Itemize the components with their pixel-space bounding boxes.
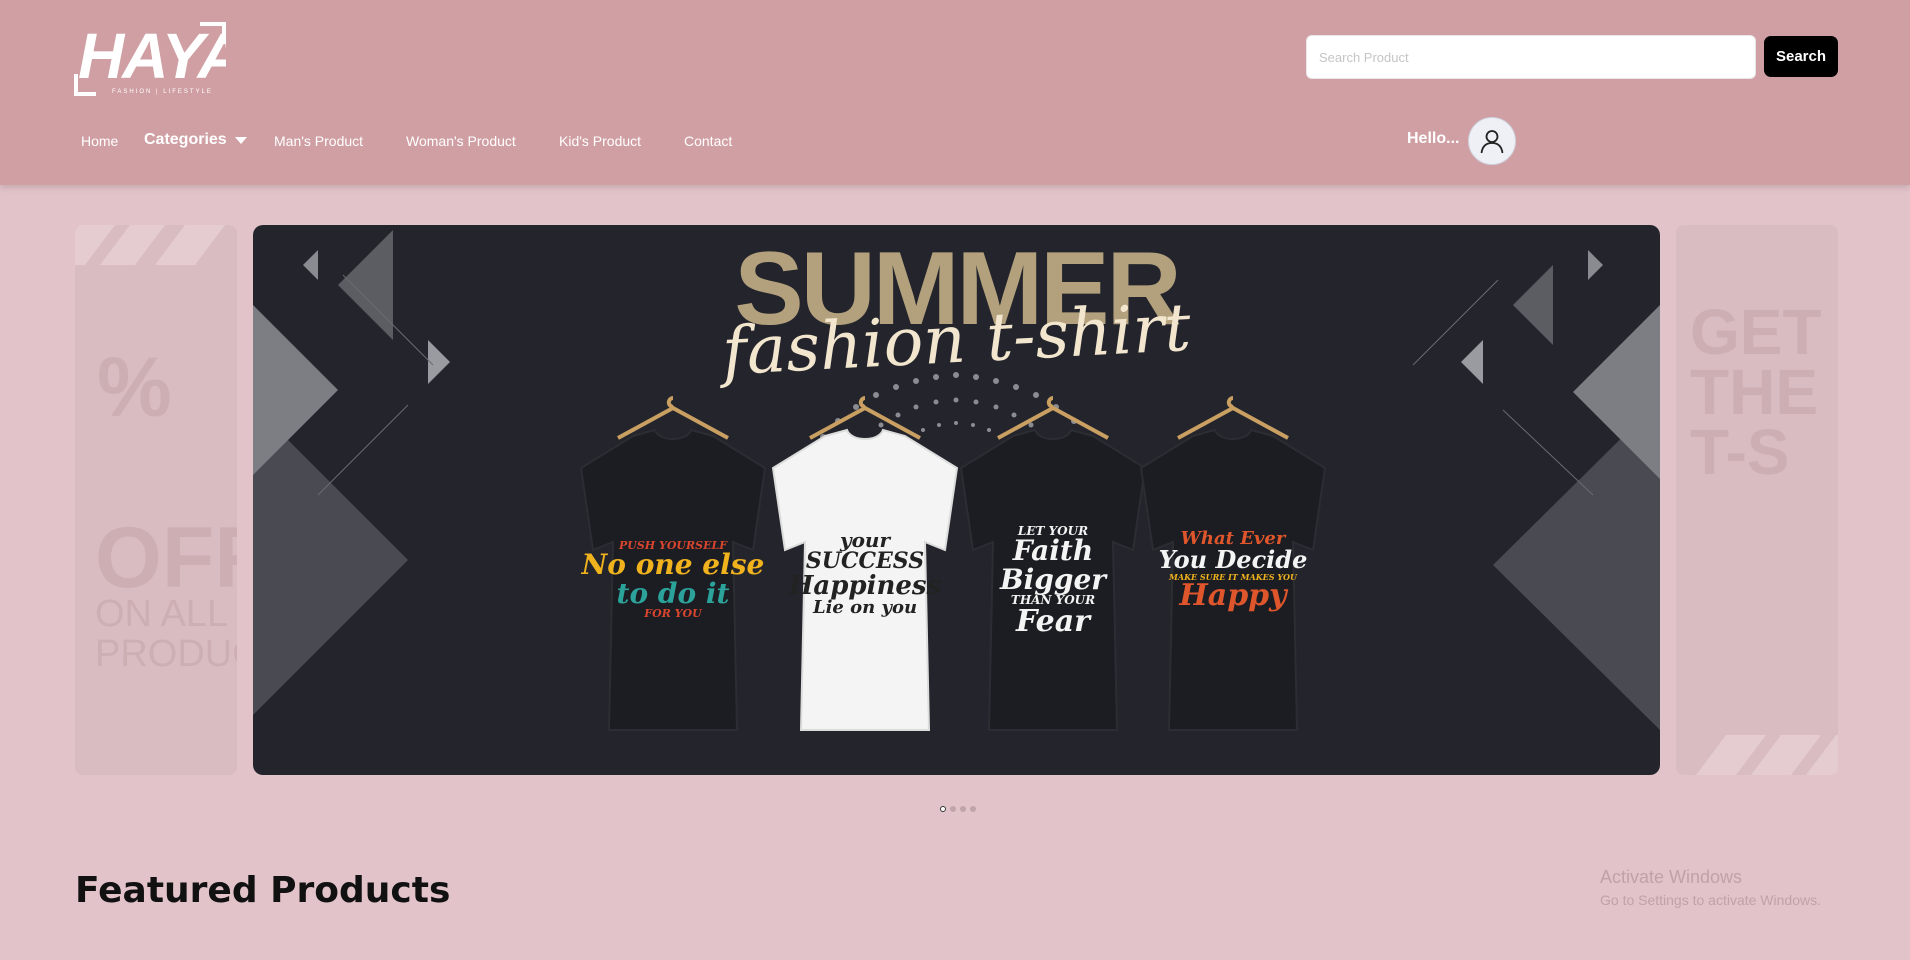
- promo-off: OFF: [95, 510, 237, 606]
- watermark-title: Activate Windows: [1600, 867, 1743, 887]
- user-icon: [1480, 130, 1504, 154]
- nav-womans-product[interactable]: Woman's Product: [406, 131, 516, 151]
- greeting-text: Hello...: [1407, 130, 1460, 147]
- tshirt-image: What Ever You Decide MAKE SURE IT MAKES …: [1133, 390, 1333, 750]
- user-avatar-button[interactable]: [1468, 117, 1516, 165]
- tshirt-image: LET YOUR Faith Bigger THAN YOUR Fear: [953, 390, 1153, 750]
- search-button[interactable]: Search: [1764, 36, 1838, 77]
- logo-tagline: FASHION | LIFESTYLE: [112, 89, 213, 95]
- site-header: HAYA FASHION | LIFESTYLE Search Home Cat…: [0, 0, 1910, 185]
- nav-categories-label: Categories: [144, 131, 227, 148]
- tshirt-image: your SUCCESS Happiness Lie on you: [765, 390, 965, 750]
- logo-wordmark: HAYA: [78, 20, 226, 92]
- promo-get: GET: [1690, 296, 1822, 368]
- watermark-subtitle: Go to Settings to activate Windows.: [1600, 892, 1821, 908]
- nav-kids-product[interactable]: Kid's Product: [559, 131, 641, 151]
- promo-tshirt: T-S: [1690, 416, 1790, 488]
- carousel-next-slide[interactable]: GET THE T-S: [1676, 225, 1838, 775]
- promo-the: THE: [1690, 356, 1818, 428]
- nav-mans-product[interactable]: Man's Product: [274, 131, 363, 151]
- windows-activation-watermark: Activate Windows Go to Settings to activ…: [1600, 867, 1821, 908]
- caret-down-icon: [234, 136, 247, 144]
- promo-on-all: ON ALL: [95, 593, 229, 635]
- tshirt-print: your SUCCESS Happiness Lie on you: [788, 528, 942, 619]
- search-input[interactable]: [1306, 35, 1756, 79]
- carousel-dot[interactable]: [940, 806, 946, 812]
- tshirt-image: PUSH YOURSELF No one else to do it FOR Y…: [573, 390, 773, 750]
- tshirt-print: LET YOUR Faith Bigger THAN YOUR Fear: [999, 524, 1107, 639]
- carousel-active-slide[interactable]: SUMMER fashion t-shirt PUSH YOURSELF No …: [253, 225, 1660, 775]
- nav-contact[interactable]: Contact: [684, 131, 732, 151]
- nav-categories[interactable]: Categories: [144, 130, 247, 150]
- carousel-dot[interactable]: [970, 806, 976, 812]
- promo-products: PRODUCTS: [95, 633, 237, 675]
- promo-percent: %: [97, 340, 172, 434]
- haya-logo[interactable]: HAYA FASHION | LIFESTYLE: [74, 16, 244, 96]
- tshirt-print: What Ever You Decide MAKE SURE IT MAKES …: [1158, 528, 1308, 613]
- carousel-indicators: [940, 806, 976, 812]
- carousel-prev-slide[interactable]: % OFF ON ALL PRODUCTS: [75, 225, 237, 775]
- tshirt-print: PUSH YOURSELF No one else to do it FOR Y…: [581, 539, 765, 621]
- carousel-dot[interactable]: [960, 806, 966, 812]
- nav-home[interactable]: Home: [81, 131, 118, 151]
- carousel-dot[interactable]: [950, 806, 956, 812]
- featured-products-heading: Featured Products: [75, 870, 451, 911]
